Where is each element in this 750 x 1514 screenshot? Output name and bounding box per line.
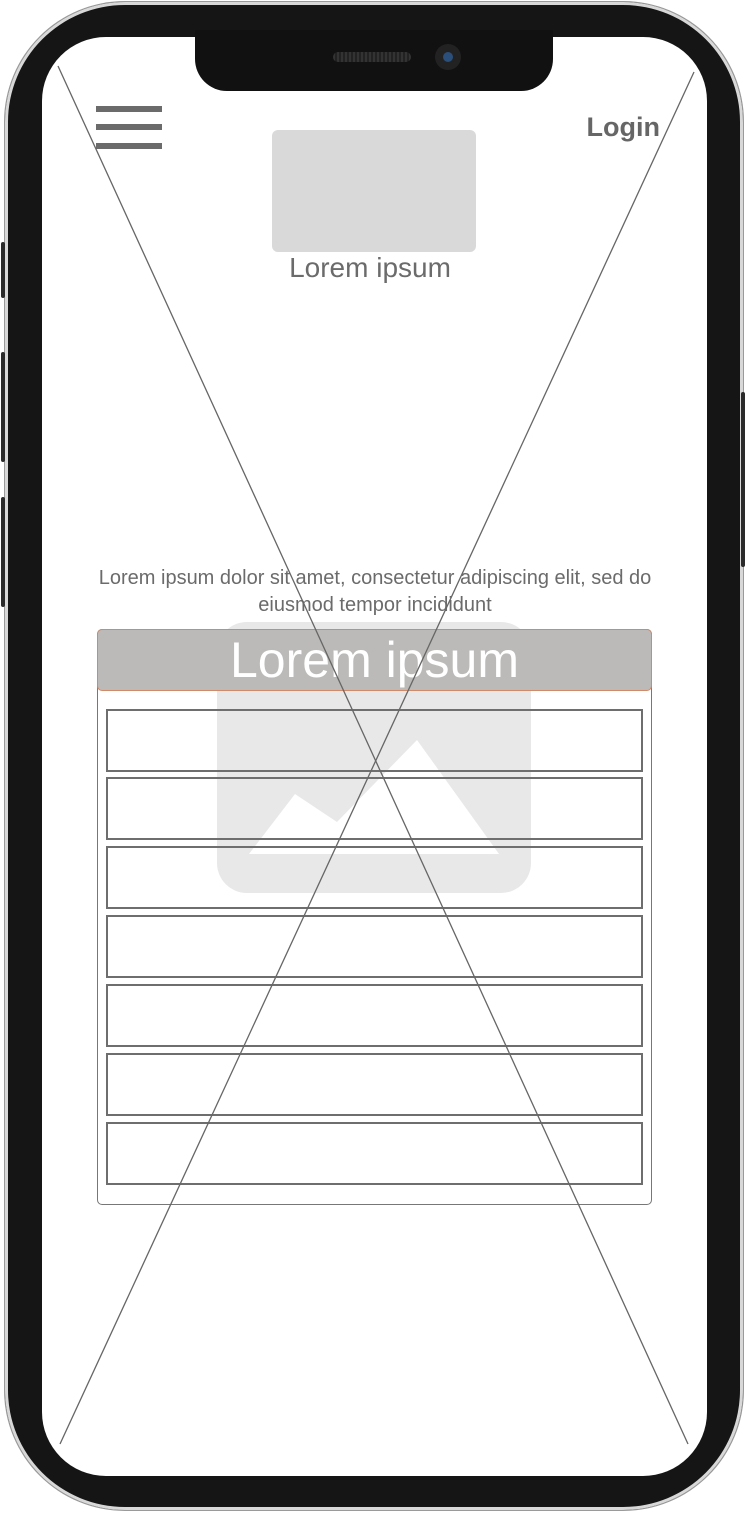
table-row[interactable] (106, 709, 643, 772)
table-row[interactable] (106, 915, 643, 978)
table-row[interactable] (106, 984, 643, 1047)
power-button (741, 392, 745, 567)
intro-paragraph: Lorem ipsum dolor sit amet, consectetur … (98, 567, 652, 616)
table-row[interactable] (106, 777, 643, 840)
logo-caption: Lorem ipsum (289, 252, 451, 283)
camera-icon (435, 44, 461, 70)
notch (195, 30, 553, 91)
logo-placeholder (272, 130, 476, 252)
table-row[interactable] (106, 1122, 643, 1185)
speaker-icon (333, 52, 411, 62)
table-header: Lorem ipsum (97, 629, 652, 691)
mute-switch (1, 242, 5, 298)
volume-up-button (1, 352, 5, 462)
table-row[interactable] (106, 846, 643, 909)
login-link[interactable]: Login (560, 112, 660, 143)
hamburger-menu-icon[interactable] (96, 106, 162, 150)
table-row[interactable] (106, 1053, 643, 1116)
volume-down-button (1, 497, 5, 607)
list-table: Lorem ipsum (97, 629, 652, 1205)
